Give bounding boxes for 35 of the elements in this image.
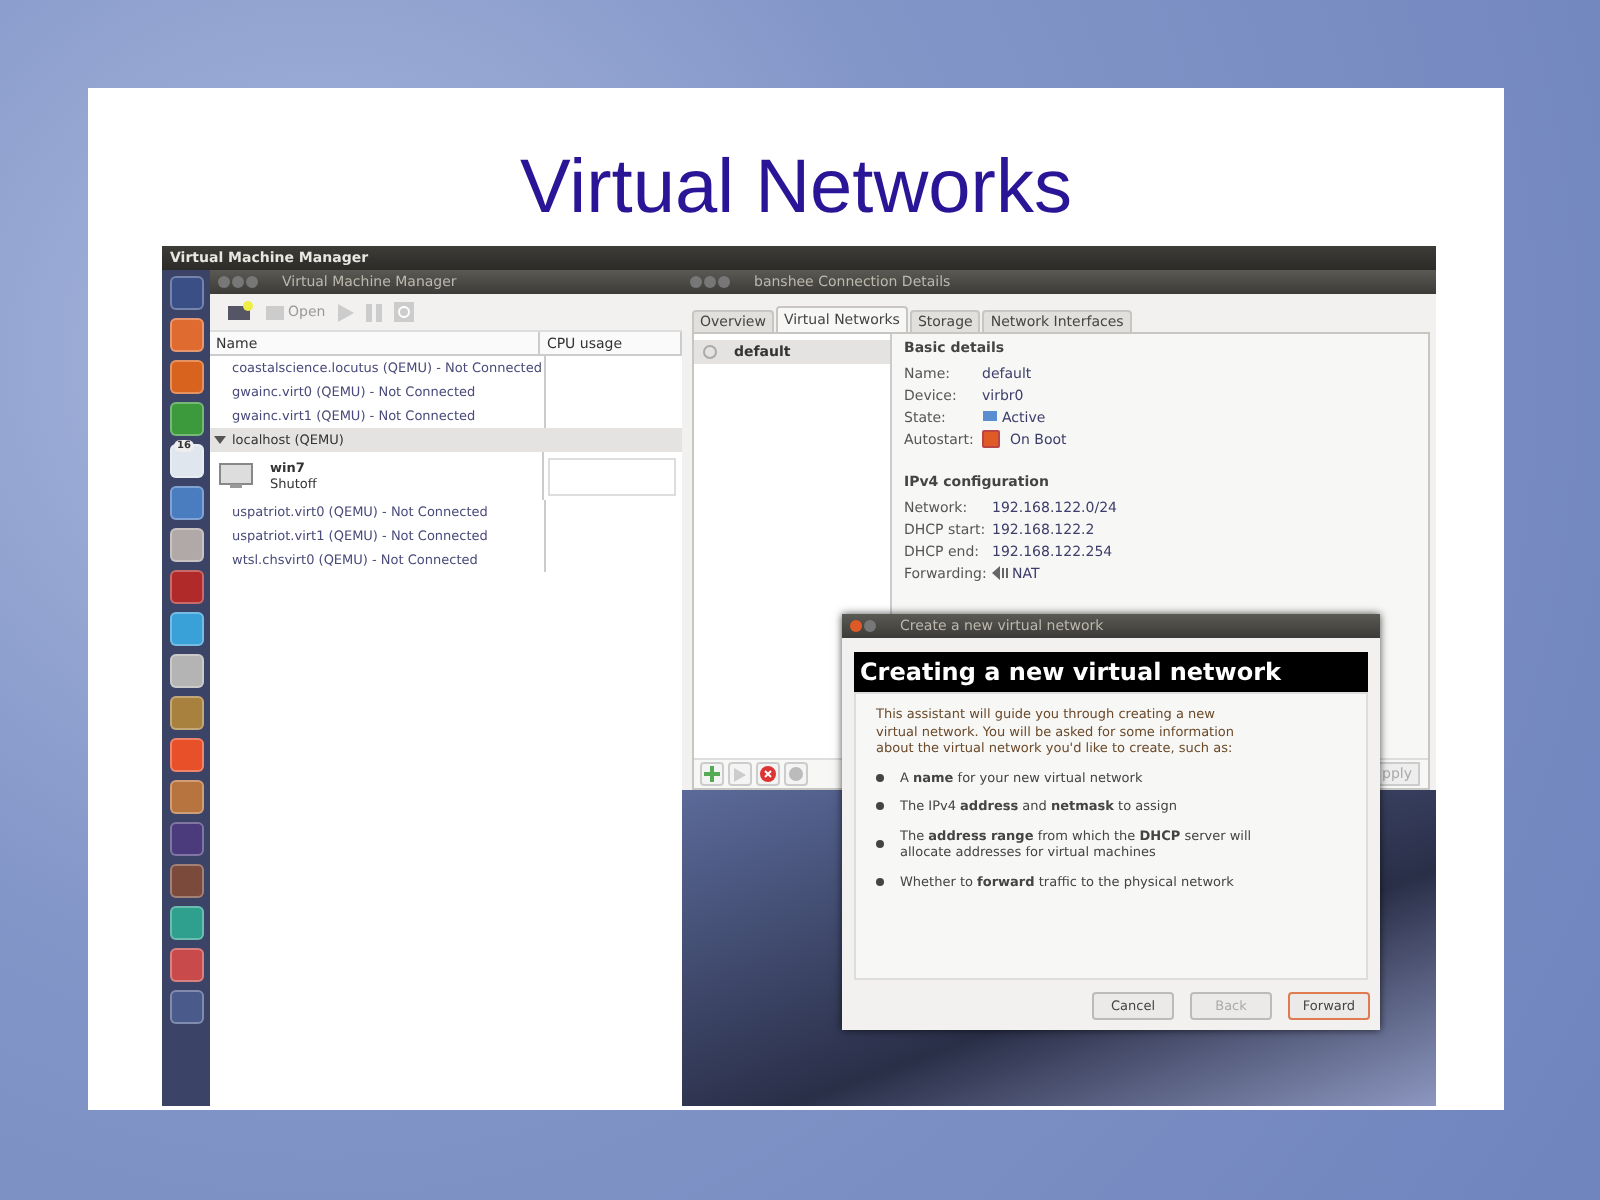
delete-icon (760, 766, 776, 782)
app-icon[interactable] (169, 486, 203, 520)
app-icon[interactable] (169, 570, 203, 604)
plus-icon (704, 766, 720, 782)
new-vm-icon[interactable] (226, 300, 254, 324)
app-icon[interactable] (169, 402, 203, 436)
app-icon[interactable] (169, 318, 203, 352)
bullet-icon (876, 773, 884, 782)
app-icon[interactable] (169, 360, 203, 394)
bullet-icon (876, 802, 884, 811)
app-icon[interactable] (169, 276, 203, 310)
play-icon (734, 767, 746, 781)
forward-icon (992, 566, 1008, 580)
add-button[interactable] (700, 762, 724, 786)
bullet-icon (876, 840, 884, 848)
app-icon[interactable] (169, 864, 203, 898)
monitor-icon (266, 305, 284, 319)
app-icon[interactable] (169, 906, 203, 940)
app-icon[interactable] (169, 990, 203, 1024)
app-icon[interactable] (169, 528, 203, 562)
stop-icon (788, 766, 804, 782)
app-icon[interactable] (169, 948, 203, 982)
slide-title: Virtual Networks (520, 144, 1072, 234)
app-icon[interactable] (169, 780, 203, 814)
bullet-icon (876, 877, 884, 886)
app-icon[interactable] (169, 696, 203, 730)
app-icon[interactable] (169, 738, 203, 772)
cpu-graph (548, 457, 677, 495)
delete-button[interactable] (756, 762, 780, 786)
app-icon[interactable] (169, 612, 203, 646)
autostart-checkbox[interactable] (982, 430, 1000, 448)
expander-icon[interactable] (214, 434, 226, 446)
dialog-heading: Creating a new virtual network (854, 652, 1368, 692)
app-icon[interactable] (169, 654, 203, 688)
monitor-icon (218, 462, 254, 490)
